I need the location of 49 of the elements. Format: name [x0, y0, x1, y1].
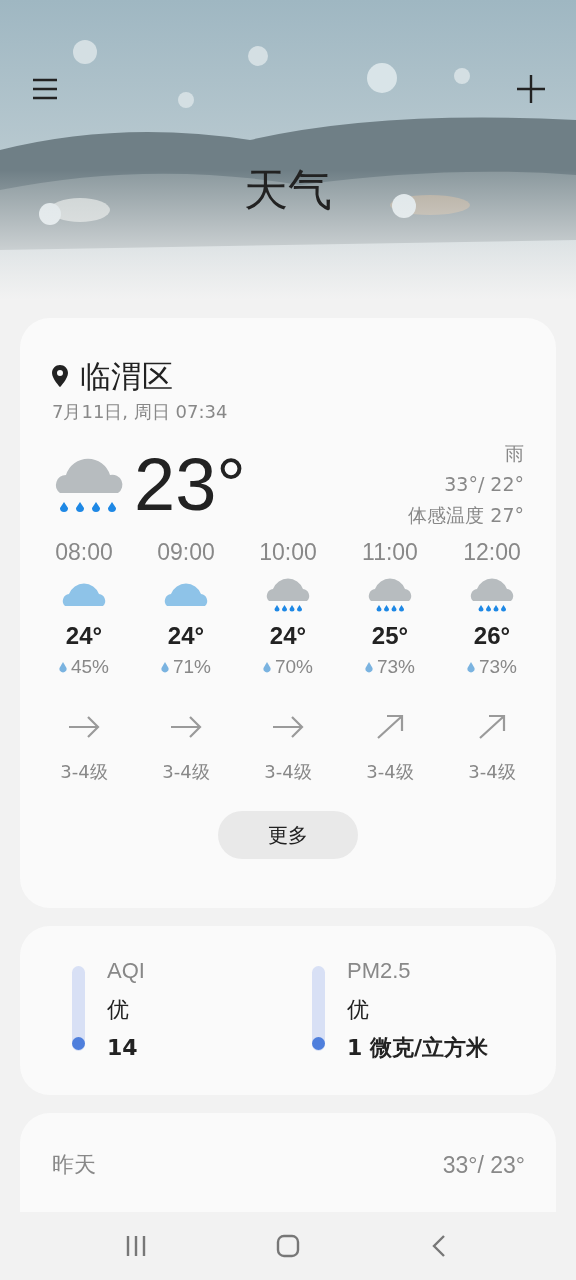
drop-icon: [263, 661, 271, 673]
hour-time: 12:00: [463, 538, 521, 567]
humidity-value: 73%: [377, 655, 415, 679]
air-value: 1 微克/立方米: [347, 1034, 488, 1062]
recent-apps-icon[interactable]: [124, 1234, 148, 1258]
hour-temperature: 25°: [371, 621, 409, 651]
air-label: AQI: [107, 957, 145, 985]
humidity-value: 45%: [71, 655, 109, 679]
hour-temperature: 26°: [473, 621, 511, 651]
hour-temperature: 24°: [65, 621, 103, 651]
hour-temperature: 24°: [167, 621, 205, 651]
humidity-value: 71%: [173, 655, 211, 679]
day-name: 昨天: [52, 1151, 96, 1179]
hour-time: 08:00: [55, 538, 113, 567]
air-grade: 优: [107, 996, 130, 1024]
add-icon[interactable]: [516, 74, 546, 104]
hour-temperature: 24°: [269, 621, 307, 651]
air-label: PM2.5: [347, 957, 412, 985]
arrow-right-icon: [67, 715, 101, 739]
air-value: 14: [107, 1034, 139, 1062]
more-button[interactable]: 更多: [218, 811, 358, 859]
drop-icon: [467, 661, 475, 673]
wind-level: 3-4级: [366, 760, 414, 784]
location-name: 临渭区: [80, 357, 173, 396]
day-temperatures: 33°/ 23°: [442, 1151, 525, 1179]
humidity-value: 73%: [479, 655, 517, 679]
date-time: 7月11日, 周日 07:34: [52, 400, 229, 424]
home-icon[interactable]: [276, 1234, 300, 1258]
menu-icon[interactable]: [32, 78, 58, 100]
page-title: 天气: [243, 163, 333, 217]
feels-like-temperature: 体感温度 27°: [408, 503, 524, 528]
wind-level: 3-4级: [162, 760, 210, 784]
hour-time: 11:00: [362, 538, 418, 567]
wind-level: 3-4级: [60, 760, 108, 784]
hour-time: 09:00: [157, 538, 215, 567]
location-pin-icon: [52, 365, 68, 387]
high-low-temperature: 33°/ 22°: [444, 472, 524, 497]
arrow-right-icon: [271, 715, 305, 739]
hour-time: 10:00: [259, 538, 317, 567]
current-temperature: 23°: [134, 441, 246, 528]
humidity-value: 70%: [275, 655, 313, 679]
wind-level: 3-4级: [264, 760, 312, 784]
drop-icon: [59, 661, 67, 673]
weather-condition: 雨: [505, 441, 524, 466]
drop-icon: [161, 661, 169, 673]
air-grade: 优: [347, 996, 370, 1024]
wind-level: 3-4级: [468, 760, 516, 784]
arrow-right-icon: [169, 715, 203, 739]
drop-icon: [365, 661, 373, 673]
